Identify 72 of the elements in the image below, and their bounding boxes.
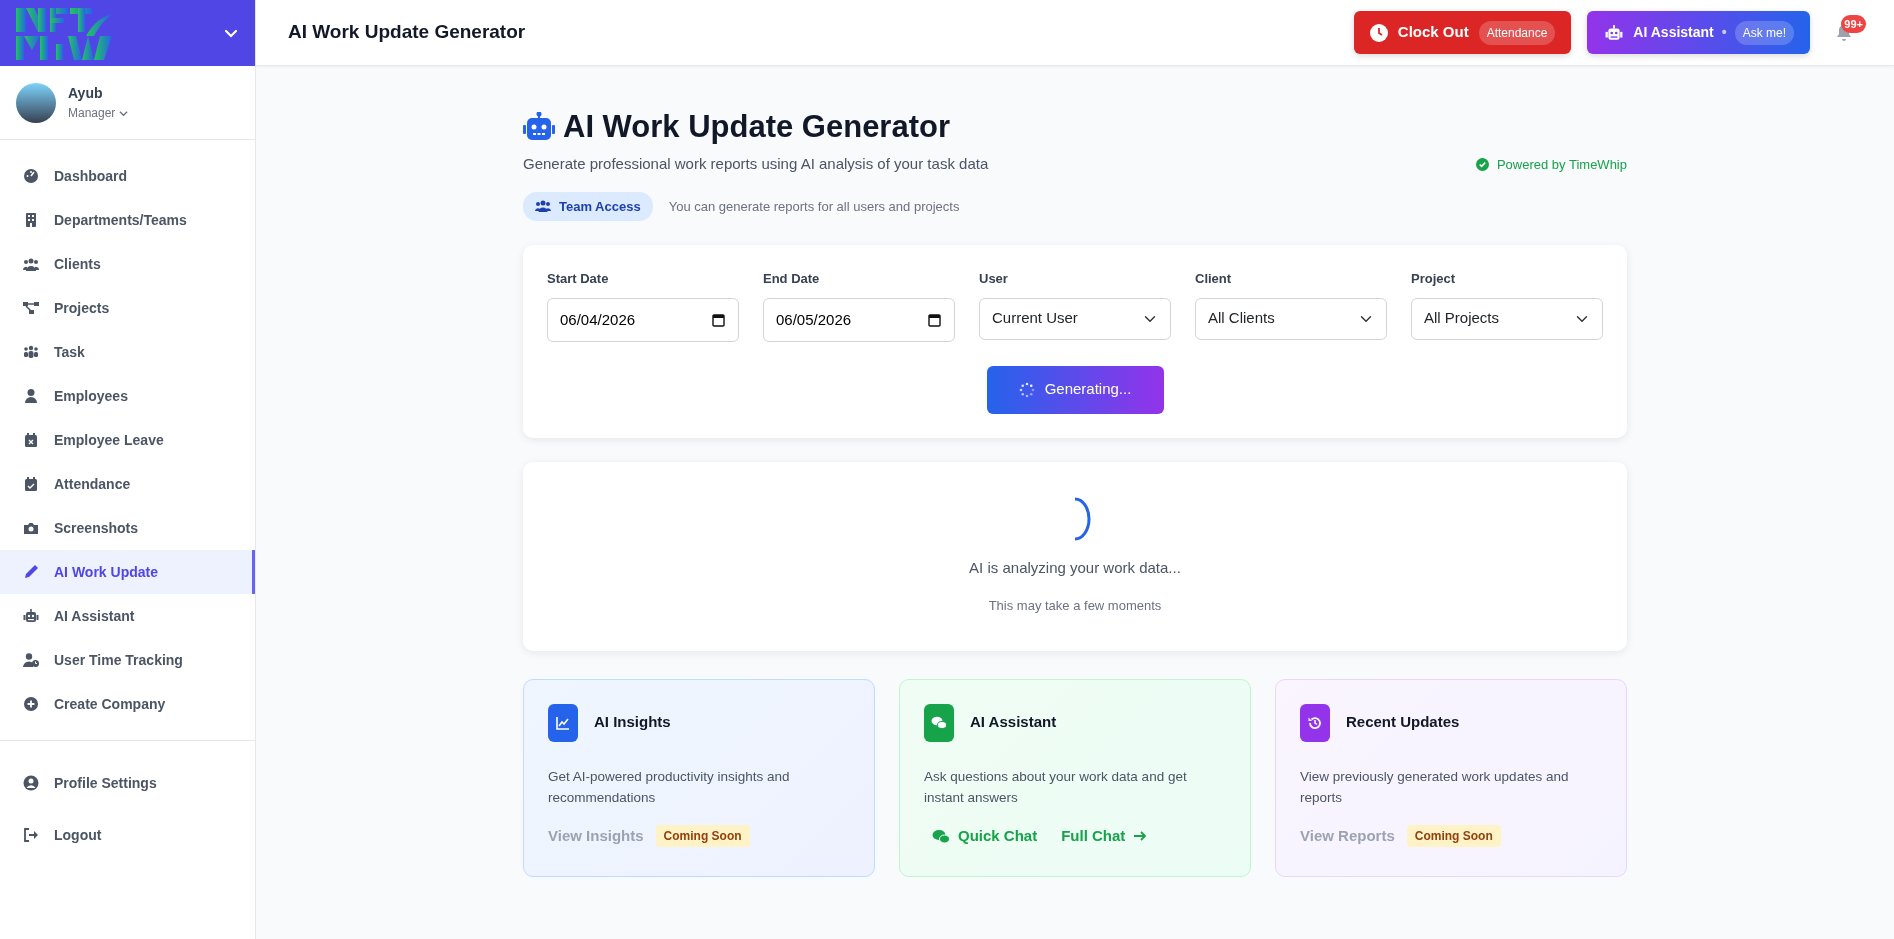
sidebar-item[interactable]: AI Assistant xyxy=(0,594,255,638)
field-label: End Date xyxy=(763,270,821,289)
card-description: Get AI-powered productivity insights and recommendations xyxy=(548,767,791,808)
select-field[interactable]: All Projects xyxy=(1411,297,1603,340)
coming-soon-badge: Coming Soon xyxy=(1406,825,1501,848)
calendar-x-icon xyxy=(23,432,39,448)
sidebar-item[interactable]: Logout xyxy=(0,809,255,861)
building-icon xyxy=(23,212,39,228)
robot-icon xyxy=(23,608,39,624)
powered-by-text: Powered by TimeWhip xyxy=(1496,155,1627,174)
sidebar-item[interactable]: Employee Leave xyxy=(0,418,255,462)
page-subtitle: Generate professional work reports using AI analysis of your task data xyxy=(523,154,989,175)
sidebar-item[interactable]: Task xyxy=(0,330,255,374)
field-label: Start Date xyxy=(547,270,610,289)
loading-note: This may take a few moments xyxy=(988,596,1162,615)
sidebar-item[interactable]: Projects xyxy=(0,286,255,330)
sidebar-item[interactable]: Employees xyxy=(0,374,255,418)
logout-icon xyxy=(23,827,39,843)
check-circle-icon xyxy=(1475,157,1489,171)
chevron-down-icon[interactable] xyxy=(119,108,129,118)
page-header-title: AI Work Update Generator xyxy=(288,20,526,45)
person-icon xyxy=(23,388,39,404)
access-note: You can generate reports for all users and projects xyxy=(668,197,960,216)
gauge-icon xyxy=(23,168,39,184)
clock-icon xyxy=(1369,23,1388,42)
user-name: Ayub xyxy=(68,84,104,103)
card-title: Recent Updates xyxy=(1346,712,1460,733)
sidebar-item[interactable]: Departments/Teams xyxy=(0,198,255,242)
card-title: AI Assistant xyxy=(970,712,1057,733)
camera-icon xyxy=(23,520,39,536)
date-field[interactable]: 06/05/2026 xyxy=(763,297,955,342)
date-field[interactable]: 06/04/2026 xyxy=(547,297,739,342)
card-description: View previously generated work updates and reports xyxy=(1300,767,1570,808)
user-clock-icon xyxy=(23,652,39,668)
diagram-icon xyxy=(23,300,39,316)
card-title: AI Insights xyxy=(594,712,671,733)
people-icon xyxy=(23,256,39,272)
sidebar-item[interactable]: Dashboard xyxy=(0,154,255,198)
select-field[interactable]: Current User xyxy=(979,297,1171,340)
avatar-placeholder xyxy=(16,82,56,123)
page-title: AI Work Update Generator xyxy=(563,108,950,146)
field-label: User xyxy=(979,270,1009,289)
notification-count: 99+ xyxy=(1841,14,1866,33)
sidebar-item[interactable]: Create Company xyxy=(0,682,255,726)
arrow-right-icon xyxy=(1133,830,1148,843)
user-role[interactable]: Manager xyxy=(68,104,116,122)
calendar-check-icon xyxy=(23,476,39,492)
card-description: Ask questions about your work data and get instant answers xyxy=(924,767,1188,808)
loading-spinner-icon xyxy=(1075,497,1091,542)
user-circle-icon xyxy=(23,775,39,791)
sidebar-item[interactable]: Profile Settings xyxy=(0,757,255,809)
calendar-icon[interactable] xyxy=(928,312,941,327)
robot-icon xyxy=(523,111,555,142)
loading-message: AI is analyzing your work data... xyxy=(969,558,1181,579)
sidebar-item[interactable]: User Time Tracking xyxy=(0,638,255,682)
coming-soon-badge: Coming Soon xyxy=(655,825,750,848)
team-access-badge: Team Access xyxy=(523,191,653,222)
sidebar-item[interactable]: Screenshots xyxy=(0,506,255,550)
sidebar-item[interactable]: Attendance xyxy=(0,462,255,506)
calendar-icon[interactable] xyxy=(712,312,725,327)
generate-button[interactable]: Generating... xyxy=(986,365,1164,414)
pencil-icon xyxy=(23,564,39,580)
sidebar-item[interactable]: AI Work Update xyxy=(0,550,255,594)
field-label: Client xyxy=(1195,270,1233,289)
group-icon xyxy=(23,344,39,360)
ai-assistant-button[interactable]: AI Assistant • Ask me! xyxy=(1587,11,1810,54)
chat-bubbles-icon xyxy=(932,828,950,844)
select-field[interactable]: All Clients xyxy=(1195,297,1387,340)
clock-out-button[interactable]: Clock Out Attendance xyxy=(1353,11,1572,54)
field-label: Project xyxy=(1411,270,1457,289)
plus-circle-icon xyxy=(23,696,39,712)
sidebar-item[interactable]: Clients xyxy=(0,242,255,286)
